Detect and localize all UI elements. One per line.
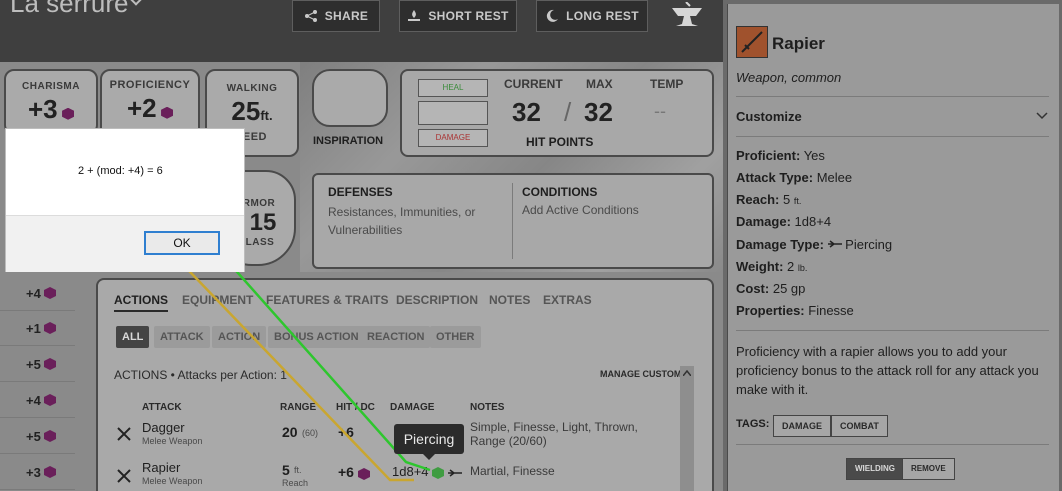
damage-type-tooltip: Piercing [394, 424, 464, 460]
roll-result-dialog: 2 + (mod: +4) = 6 OK [5, 128, 245, 272]
ok-button[interactable]: OK [144, 231, 220, 255]
dialog-message: 2 + (mod: +4) = 6 [78, 165, 163, 177]
